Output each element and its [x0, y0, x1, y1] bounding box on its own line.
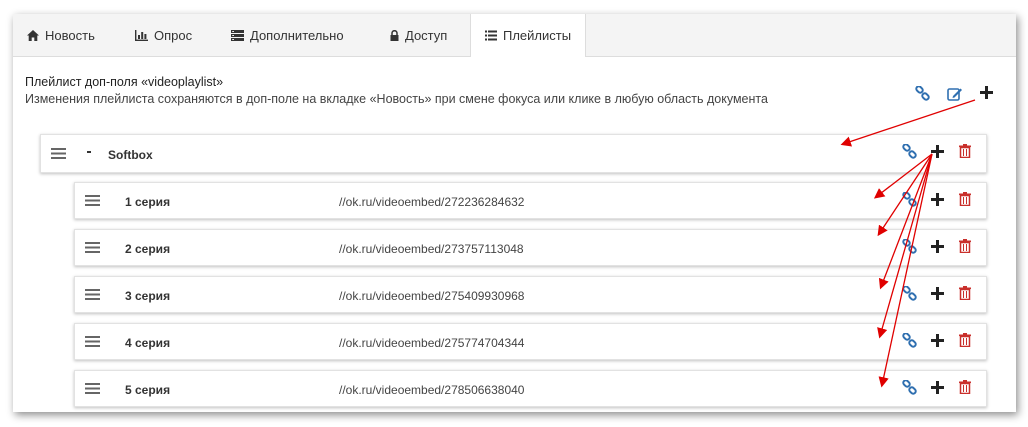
add-item-icon[interactable]	[931, 334, 944, 347]
add-item-icon[interactable]	[931, 145, 944, 158]
playlist-heading: Плейлист доп-поля «videoplaylist»	[25, 75, 224, 89]
trash-icon[interactable]	[959, 286, 971, 300]
item-url: //ok.ru/videoembed/278506638040	[339, 383, 525, 397]
tab-news[interactable]: Новость	[27, 14, 95, 56]
edit-icon[interactable]	[947, 86, 963, 101]
bar-chart-icon	[135, 29, 148, 41]
playlist-item-row[interactable]: 5 серия //ok.ru/videoembed/278506638040	[74, 370, 987, 407]
playlist-hint: Изменения плейлиста сохраняются в доп-по…	[25, 92, 768, 106]
drag-handle-icon[interactable]	[85, 383, 100, 394]
playlist-item-row[interactable]: 2 серия //ok.ru/videoembed/273757113048	[74, 229, 987, 266]
item-title: 3 серия	[125, 289, 171, 303]
link-icon[interactable]	[902, 380, 917, 395]
item-title: 5 серия	[125, 383, 171, 397]
link-icon[interactable]	[915, 86, 930, 101]
tab-label: Опрос	[154, 27, 193, 43]
playlist-group-card[interactable]: Softbox	[40, 134, 987, 173]
trash-icon[interactable]	[959, 333, 971, 347]
add-item-icon[interactable]	[931, 193, 944, 206]
list-icon	[485, 30, 497, 41]
playlist-item-row[interactable]: 4 серия //ok.ru/videoembed/275774704344	[74, 323, 987, 360]
drag-handle-icon[interactable]	[85, 336, 100, 347]
item-url: //ok.ru/videoembed/273757113048	[339, 242, 524, 256]
tab-poll[interactable]: Опрос	[135, 14, 192, 56]
item-url: //ok.ru/videoembed/275774704344	[339, 336, 525, 350]
item-url: //ok.ru/videoembed/272236284632	[339, 195, 525, 209]
drag-handle-icon[interactable]	[85, 289, 100, 300]
trash-icon[interactable]	[959, 380, 971, 394]
link-icon[interactable]	[902, 239, 917, 254]
item-title: 2 серия	[125, 242, 171, 256]
tab-additional[interactable]: Дополнительно	[231, 14, 344, 56]
tab-bar: Новость Опрос Дополнительно Доступ Плейл…	[13, 14, 1016, 57]
drag-handle-icon[interactable]	[85, 195, 100, 206]
add-item-icon[interactable]	[931, 381, 944, 394]
home-icon	[27, 29, 39, 41]
add-item-icon[interactable]	[931, 287, 944, 300]
playlist-item-row[interactable]: 3 серия //ok.ru/videoembed/275409930968	[74, 276, 987, 313]
editor-window: Новость Опрос Дополнительно Доступ Плейл…	[13, 14, 1016, 412]
item-title: 1 серия	[125, 195, 171, 209]
tab-label: Плейлисты	[503, 28, 572, 43]
tab-access[interactable]: Доступ	[390, 14, 447, 56]
link-icon[interactable]	[902, 192, 917, 207]
item-url: //ok.ru/videoembed/275409930968	[339, 289, 525, 303]
playlist-item-row[interactable]: 1 серия //ok.ru/videoembed/272236284632	[74, 182, 987, 219]
drag-handle-icon[interactable]	[51, 148, 66, 159]
tab-label: Дополнительно	[250, 27, 344, 43]
trash-icon[interactable]	[959, 192, 971, 206]
item-title: 4 серия	[125, 336, 171, 350]
tab-label: Новость	[45, 27, 95, 43]
playlist-group-title: Softbox	[108, 148, 153, 162]
tab-playlists[interactable]: Плейлисты	[470, 14, 587, 57]
trash-icon[interactable]	[959, 239, 971, 253]
link-icon[interactable]	[902, 286, 917, 301]
link-icon[interactable]	[902, 144, 917, 159]
collapse-toggle[interactable]	[87, 151, 91, 153]
list-box-icon	[231, 29, 244, 41]
tab-label: Доступ	[405, 27, 448, 43]
trash-icon[interactable]	[959, 144, 971, 158]
lock-icon	[390, 29, 399, 41]
add-playlist-icon[interactable]	[980, 86, 993, 99]
drag-handle-icon[interactable]	[85, 242, 100, 253]
add-item-icon[interactable]	[931, 240, 944, 253]
link-icon[interactable]	[902, 333, 917, 348]
